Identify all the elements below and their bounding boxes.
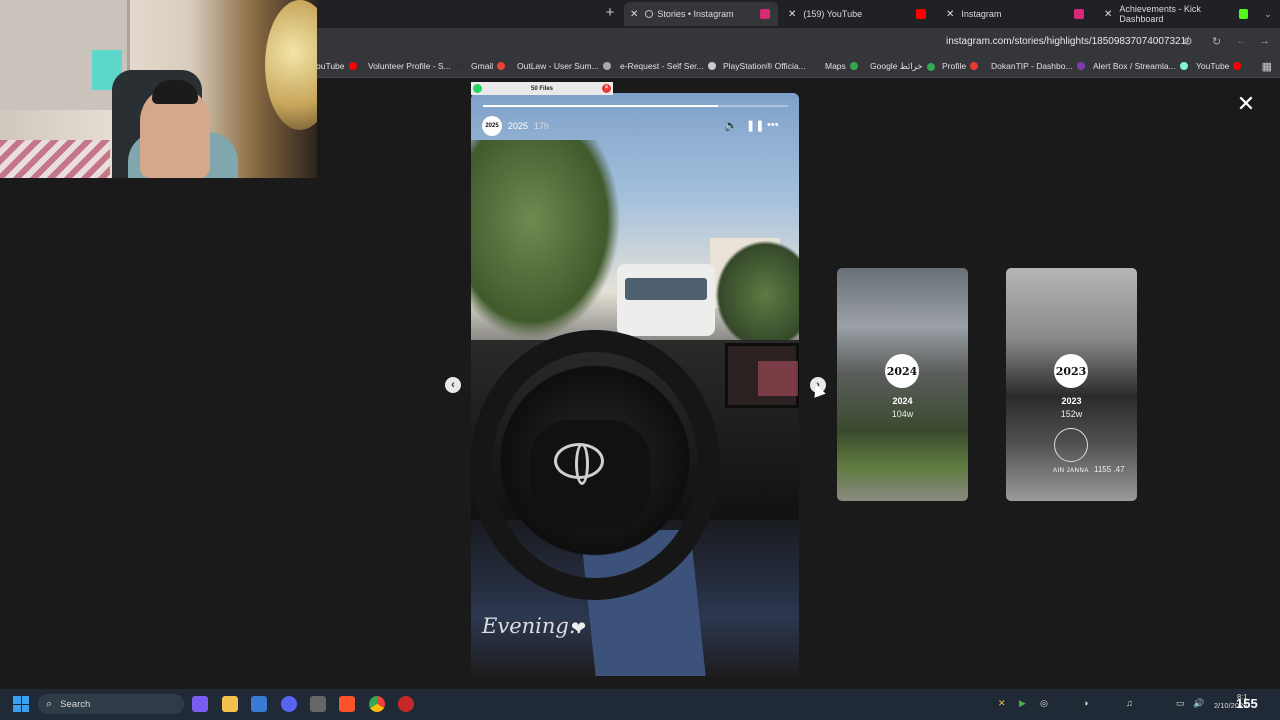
toyota-logo (554, 443, 604, 485)
pause-icon[interactable]: ❚❚ (746, 119, 764, 132)
webcam-overlay (0, 0, 317, 178)
story-progress-bar (483, 105, 788, 107)
highlight-age: 152w (1060, 409, 1083, 419)
highlight-label: 2024 (892, 396, 913, 406)
copilot-icon[interactable] (192, 696, 208, 712)
youtube-icon (916, 9, 926, 19)
file-explorer-icon[interactable] (222, 696, 238, 712)
more-icon[interactable]: ••• (767, 119, 779, 131)
close-icon[interactable]: ✕ (1104, 9, 1112, 20)
mic-icon[interactable]: ♫ (1126, 698, 1133, 708)
store-icon[interactable] (251, 696, 267, 712)
brave-icon[interactable] (339, 696, 355, 712)
story-caption: Evening.. (482, 614, 583, 638)
instagram-icon (760, 9, 770, 19)
windows-icon[interactable] (13, 696, 29, 712)
heart-icon: ❤ (571, 618, 587, 638)
bookmark-maps[interactable]: Maps (825, 61, 858, 71)
bookmark-profile[interactable]: Profile (942, 61, 979, 71)
taskbar-search[interactable]: ⌕ Search (38, 694, 184, 714)
search-icon: ⌕ (46, 697, 53, 710)
bookmark-gmail[interactable]: Gmail (471, 61, 506, 71)
close-icon[interactable]: ✕ (788, 9, 796, 20)
story-tree-right (715, 240, 799, 350)
kick-counter: 155 (1236, 696, 1258, 711)
tab-instagram[interactable]: ✕ Instagram (940, 2, 1092, 26)
reload-icon[interactable]: ↻ (1212, 35, 1221, 48)
highlight-time-text: 1155 .47 (1094, 465, 1125, 474)
discord-icon[interactable] (281, 696, 297, 712)
highlight-2024[interactable]: 2024 2024 104w (837, 268, 968, 501)
tab-label: Achievements - Kick Dashboard (1119, 4, 1201, 24)
tab-label: (159) YouTube (803, 9, 863, 19)
tray-icon[interactable]: ◎ (1040, 698, 1048, 709)
bookmark-dokantip[interactable]: DokanTIP - Dashbo... (991, 61, 1085, 71)
app-icon[interactable] (398, 696, 414, 712)
instagram-icon (1074, 9, 1084, 19)
tab-kick-dashboard[interactable]: ✕ Achievements - Kick Dashboard (1098, 2, 1256, 26)
tab-stories-instagram[interactable]: ✕ Stories • Instagram (624, 2, 778, 26)
chrome-icon[interactable] (369, 696, 385, 712)
globe-icon (645, 10, 654, 18)
avatar[interactable]: 2025 (482, 116, 502, 136)
highlight-label: 2023 (1061, 396, 1082, 406)
highlight-age: 104w (891, 409, 914, 419)
tab-label: Stories • Instagram (657, 9, 734, 19)
highlight-avatar: 2023 (1054, 354, 1088, 388)
volume-icon[interactable]: 🔈 (724, 119, 738, 132)
bookmark-youtube-2[interactable]: YouTube (1196, 61, 1242, 71)
site-settings-icon[interactable]: ⚙ (1183, 35, 1193, 48)
close-viewer-icon[interactable]: ✕ (1236, 93, 1256, 115)
close-icon[interactable]: × (602, 84, 611, 93)
back-icon[interactable]: ← (1236, 35, 1247, 47)
bookmark-playstation[interactable]: PlayStation® Officia... (723, 61, 806, 71)
tab-youtube[interactable]: ✕ (159) YouTube (782, 2, 934, 26)
bookmark-erequest[interactable]: e-Request - Self Ser... (620, 61, 716, 71)
whatsapp-icon (473, 84, 482, 93)
highlight-watch-text: AIN JANNA (1053, 468, 1089, 474)
network-icon[interactable]: ▭ (1176, 698, 1185, 709)
prev-story-button[interactable]: ‹ (445, 377, 461, 393)
url-field[interactable]: instagram.com/stories/highlights/1850983… (946, 36, 1189, 47)
play-icon[interactable]: ▶ (1019, 698, 1026, 709)
search-placeholder: Search (60, 698, 91, 710)
bookmark-youtube[interactable]: ouTube (316, 61, 357, 71)
bookmarks-overflow-icon[interactable]: ▦ (1262, 60, 1272, 73)
tab-label: Instagram (961, 9, 1002, 19)
story-trees (471, 140, 621, 340)
speaker-icon[interactable]: 🔊 (1193, 698, 1204, 709)
tab-list-button[interactable]: ⌄ (1258, 2, 1278, 26)
forward-icon[interactable]: → (1259, 35, 1270, 47)
bookmark-streamlabs[interactable]: Alert Box / Streamla... (1093, 61, 1188, 71)
watch-face-icon (1054, 428, 1088, 462)
files-label: 50 Files (530, 85, 553, 92)
bookmark-volunteer[interactable]: Volunteer Profile - S... (368, 61, 463, 71)
headset-icon[interactable]: ◑ (1083, 698, 1088, 708)
new-tab-button[interactable]: + (603, 5, 617, 21)
story-time: 17h (534, 121, 550, 131)
story-progress-fill (483, 105, 718, 107)
story-car-screen (725, 343, 799, 408)
story-header: 2025 2025 17h (482, 116, 549, 136)
close-icon[interactable]: ✕ (630, 9, 638, 20)
highlight-avatar: 2024 (885, 354, 919, 388)
bookmark-outlaw[interactable]: OutLaw - User Sum... (517, 61, 611, 71)
files-overlay[interactable]: 50 Files × (471, 82, 613, 95)
obs-icon[interactable] (310, 696, 326, 712)
kick-icon (1239, 9, 1248, 19)
story-username[interactable]: 2025 (508, 121, 528, 131)
story-van (617, 264, 715, 336)
close-icon[interactable]: ✕ (946, 9, 954, 20)
tray-icon[interactable]: ✕ (998, 698, 1006, 709)
bookmark-google-maps-ar[interactable]: Google خرائط (870, 61, 935, 72)
